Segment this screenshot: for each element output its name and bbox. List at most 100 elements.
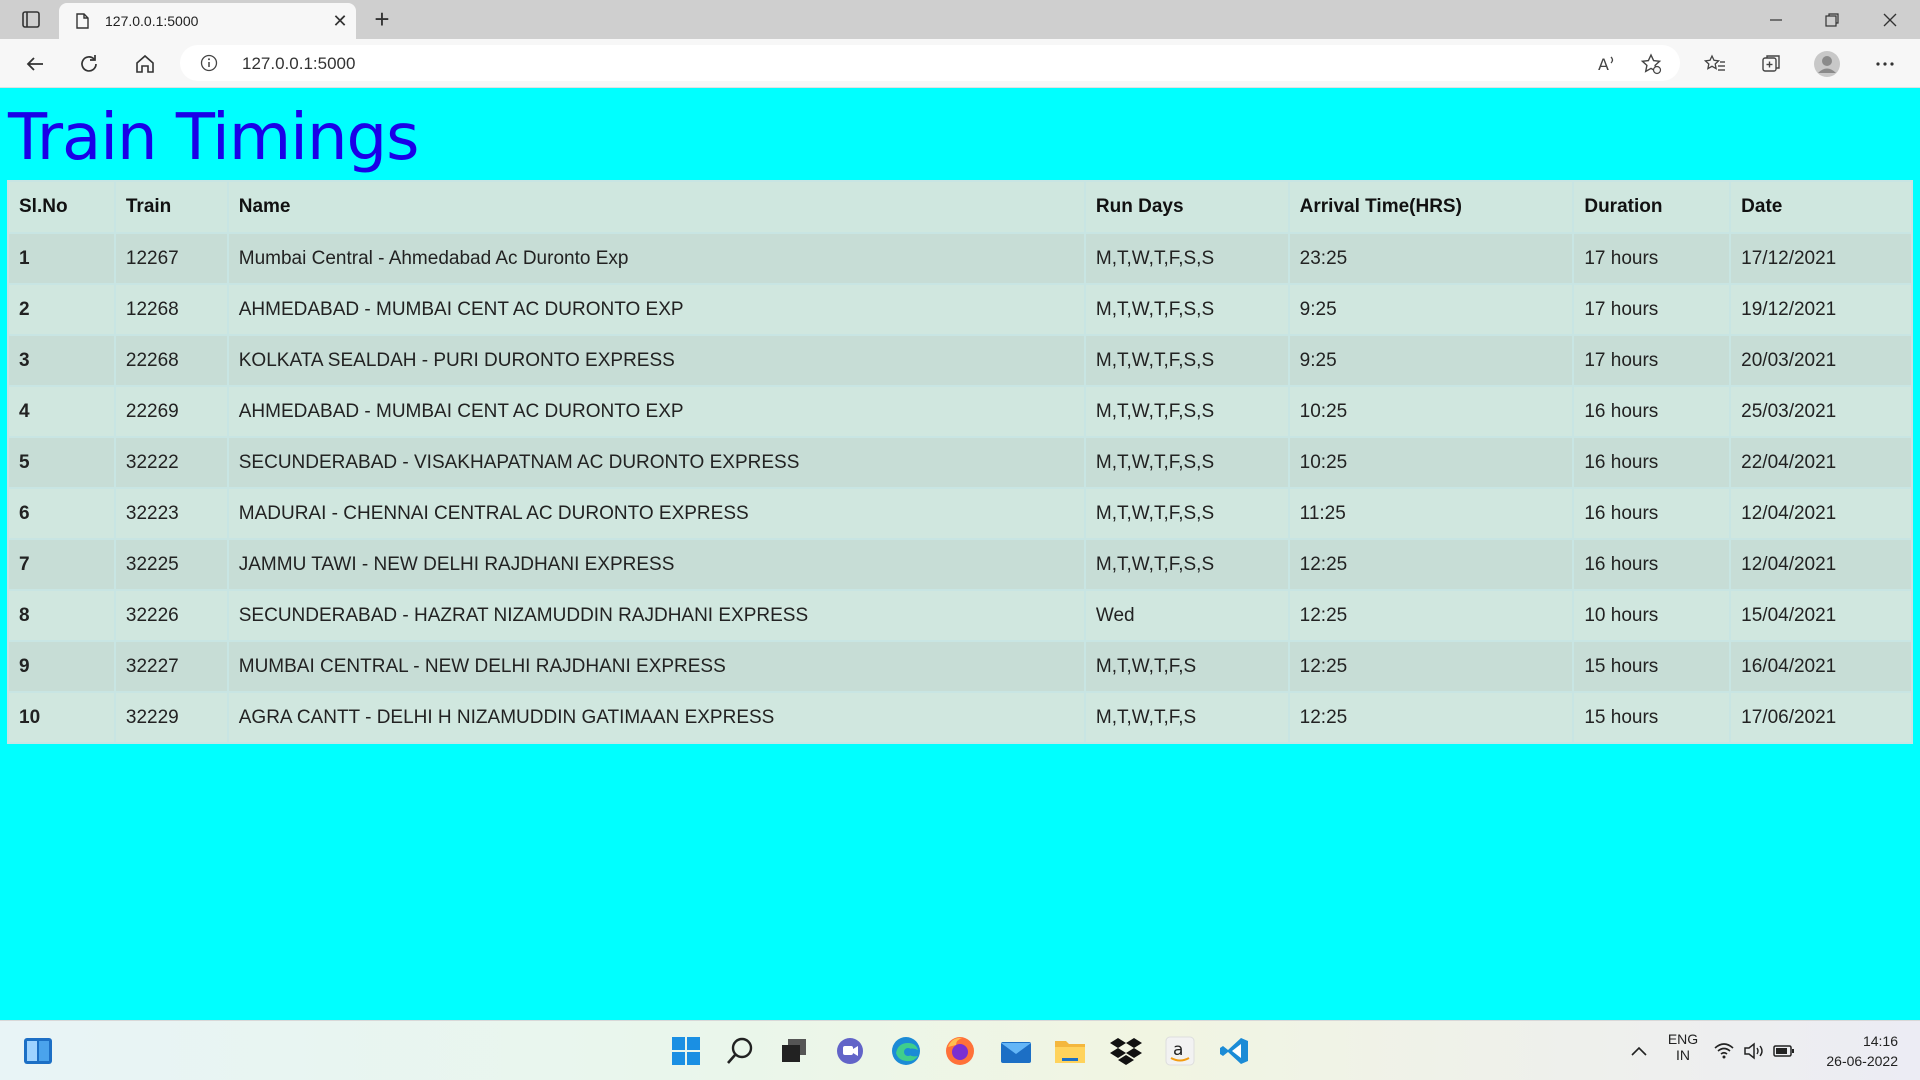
firefox-icon[interactable] [942, 1033, 978, 1069]
table-row: 4 22269 AHMEDABAD - MUMBAI CENT AC DURONTO… [7, 385, 1913, 438]
table-row: 3 22268 KOLKATA SEALDAH - PURI DURONTO EXP… [7, 334, 1913, 387]
table-row: 1 12267 Mumbai Central - Ahmedabad Ac Duro… [7, 232, 1913, 285]
edge-browser-icon[interactable] [888, 1033, 924, 1069]
table-cell: 10:25 [1287, 436, 1575, 489]
table-cell: 17/12/2021 [1729, 232, 1913, 285]
table-cell: 22268 [113, 334, 229, 387]
read-aloud-icon[interactable]: A [1592, 49, 1622, 79]
table-cell: 10 hours [1572, 589, 1732, 642]
table-cell: 12267 [113, 232, 229, 285]
table-cell: 9:25 [1287, 334, 1575, 387]
clock-time: 14:16 [1862, 1033, 1898, 1049]
table-cell: AHMEDABAD - MUMBAI CENT AC DURONTO EXP [226, 283, 1086, 336]
windows-taskbar: a ENG IN 14:16 26-06-2022 [0, 1020, 1920, 1080]
column-header: Date [1729, 180, 1913, 234]
table-cell: 22269 [113, 385, 229, 438]
volume-icon[interactable] [1742, 1033, 1766, 1069]
table-cell: M,T,W,T,F,S,S [1083, 487, 1290, 540]
table-cell: 19/12/2021 [1729, 283, 1913, 336]
mail-icon[interactable] [998, 1033, 1034, 1069]
tab-actions-icon[interactable] [14, 8, 46, 32]
table-cell: 23:25 [1287, 232, 1575, 285]
new-tab-button[interactable]: + [368, 6, 396, 34]
close-tab-icon[interactable]: ✕ [329, 10, 351, 32]
vscode-icon[interactable] [1216, 1033, 1252, 1069]
table-cell: 16 hours [1572, 538, 1732, 591]
table-cell: 12:25 [1287, 691, 1575, 744]
show-hidden-icons-icon[interactable] [1621, 1033, 1657, 1069]
table-cell: SECUNDERABAD - HAZRAT NIZAMUDDIN RAJDHAN… [226, 589, 1086, 642]
table-row: 8 32226 SECUNDERABAD - HAZRAT NIZAMUDDIN R… [7, 589, 1913, 642]
table-cell: 32223 [113, 487, 229, 540]
table-cell: MUMBAI CENTRAL - NEW DELHI RAJDHANI EXPR… [226, 640, 1086, 693]
table-cell: 15 hours [1572, 640, 1732, 693]
url-text: 127.0.0.1:5000 [242, 54, 356, 73]
file-explorer-icon[interactable] [1052, 1033, 1088, 1069]
address-bar[interactable]: 127.0.0.1:5000 [180, 45, 1680, 81]
minimize-icon[interactable] [1748, 0, 1804, 39]
add-favorite-icon[interactable] [1636, 49, 1666, 79]
home-icon[interactable] [130, 49, 160, 79]
table-cell: 8 [7, 589, 116, 642]
table-cell: 9:25 [1287, 283, 1575, 336]
table-cell: 7 [7, 538, 116, 591]
table-cell: 15 hours [1572, 691, 1732, 744]
table-cell: 17 hours [1572, 232, 1732, 285]
table-cell: MADURAI - CHENNAI CENTRAL AC DURONTO EXP… [226, 487, 1086, 540]
table-cell: Mumbai Central - Ahmedabad Ac Duronto Ex… [226, 232, 1086, 285]
svg-text:A: A [1598, 55, 1609, 74]
table-cell: 12:25 [1287, 538, 1575, 591]
table-cell: 11:25 [1287, 487, 1575, 540]
dropbox-icon[interactable] [1108, 1033, 1144, 1069]
table-cell: 12:25 [1287, 640, 1575, 693]
back-icon[interactable] [20, 49, 50, 79]
table-row: 7 32225 JAMMU TAWI - NEW DELHI RAJDHANI EX… [7, 538, 1913, 591]
language-code: ENG [1667, 1031, 1699, 1047]
wifi-icon[interactable] [1712, 1033, 1736, 1069]
region-code: IN [1676, 1047, 1690, 1063]
system-clock[interactable]: 14:16 26-06-2022 [1826, 1031, 1898, 1071]
table-cell: 17/06/2021 [1729, 691, 1913, 744]
column-header: Arrival Time(HRS) [1287, 180, 1575, 234]
train-timings-table: Sl.No Train Name Run Days Arrival Time(HRS) D… [7, 180, 1913, 744]
favorites-icon[interactable] [1700, 49, 1730, 79]
column-header: Duration [1572, 180, 1732, 234]
chat-icon[interactable] [832, 1033, 868, 1069]
table-cell: M,T,W,T,F,S,S [1083, 283, 1290, 336]
table-cell: 10:25 [1287, 385, 1575, 438]
table-cell: 32227 [113, 640, 229, 693]
site-info-icon[interactable] [200, 54, 218, 72]
table-cell: 15/04/2021 [1729, 589, 1913, 642]
refresh-icon[interactable] [74, 49, 104, 79]
browser-tab-bar: 127.0.0.1:5000 ✕ + [0, 0, 1920, 39]
task-view-icon[interactable] [776, 1033, 812, 1069]
table-cell: M,T,W,T,F,S,S [1083, 538, 1290, 591]
collections-icon[interactable] [1756, 49, 1786, 79]
table-cell: 32229 [113, 691, 229, 744]
browser-toolbar: 127.0.0.1:5000 A [0, 39, 1920, 88]
more-menu-icon[interactable] [1870, 49, 1900, 79]
table-cell: 9 [7, 640, 116, 693]
restore-icon[interactable] [1804, 0, 1860, 39]
browser-tab[interactable]: 127.0.0.1:5000 ✕ [59, 3, 356, 39]
table-cell: M,T,W,T,F,S,S [1083, 334, 1290, 387]
table-cell: 32226 [113, 589, 229, 642]
table-cell: M,T,W,T,F,S,S [1083, 385, 1290, 438]
table-cell: 12/04/2021 [1729, 487, 1913, 540]
close-window-icon[interactable] [1862, 0, 1918, 39]
widgets-icon[interactable] [20, 1033, 56, 1069]
table-row: 9 32227 MUMBAI CENTRAL - NEW DELHI RAJDHAN… [7, 640, 1913, 693]
search-icon[interactable] [722, 1033, 758, 1069]
amazon-icon[interactable]: a [1162, 1033, 1198, 1069]
start-icon[interactable] [668, 1033, 704, 1069]
input-language[interactable]: ENG IN [1666, 1031, 1700, 1063]
table-header-row: Sl.No Train Name Run Days Arrival Time(HRS) D… [7, 180, 1913, 234]
table-cell: 22/04/2021 [1729, 436, 1913, 489]
table-cell: KOLKATA SEALDAH - PURI DURONTO EXPRESS [226, 334, 1086, 387]
table-cell: SECUNDERABAD - VISAKHAPATNAM AC DURONTO … [226, 436, 1086, 489]
table-cell: 2 [7, 283, 116, 336]
table-cell: 10 [7, 691, 116, 744]
profile-avatar-icon[interactable] [1812, 49, 1842, 79]
battery-icon[interactable] [1772, 1033, 1796, 1069]
column-header: Train [113, 180, 229, 234]
